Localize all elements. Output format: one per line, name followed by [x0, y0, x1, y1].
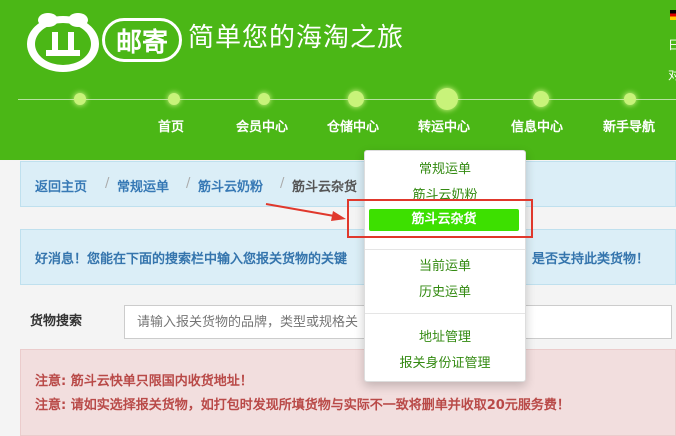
- annotation-arrow-icon: [265, 203, 346, 221]
- annotation-highlight: [347, 199, 533, 238]
